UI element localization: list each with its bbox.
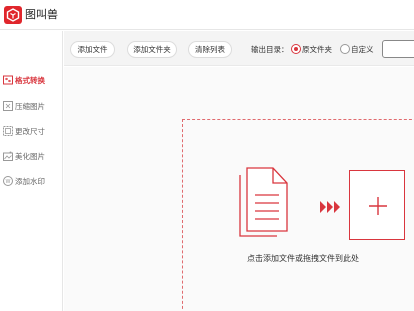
output-path-input[interactable] <box>382 40 414 58</box>
radio-original-folder[interactable] <box>291 44 301 54</box>
toolbar: 添加文件 添加文件夹 清除列表 输出目录： 原文件夹 自定义 <box>64 31 414 66</box>
compress-image-icon <box>3 101 13 111</box>
file-drop-zone[interactable]: 点击添加文件或拖拽文件到此处 <box>182 119 414 311</box>
sidebar-item-beautify[interactable]: 美化图片 <box>0 147 63 167</box>
sidebar-item-label: 添加水印 <box>15 177 45 186</box>
sidebar-item-compress[interactable]: 压缩图片 <box>0 97 63 117</box>
sidebar: 格式转换 压缩图片 更改尺寸 美化图片 W 添加水印 <box>0 31 63 311</box>
triple-arrow-icon <box>320 201 340 213</box>
format-convert-icon <box>3 75 13 85</box>
clear-list-button[interactable]: 清除列表 <box>188 41 232 58</box>
radio-original-folder-label: 原文件夹 <box>302 45 332 54</box>
plus-icon <box>369 197 387 215</box>
radio-custom[interactable] <box>340 44 350 54</box>
sidebar-item-resize[interactable]: 更改尺寸 <box>0 122 63 142</box>
sidebar-item-label: 美化图片 <box>15 152 45 161</box>
radio-custom-label: 自定义 <box>351 45 374 54</box>
drop-hint: 点击添加文件或拖拽文件到此处 <box>247 254 359 263</box>
svg-text:W: W <box>6 179 11 185</box>
main-panel: 点击添加文件或拖拽文件到此处 <box>64 67 414 311</box>
output-dir-label: 输出目录： <box>251 45 289 54</box>
document-icon <box>239 167 288 237</box>
beautify-icon <box>3 151 13 161</box>
watermark-icon: W <box>3 176 13 186</box>
sidebar-item-label: 更改尺寸 <box>15 127 45 136</box>
app-title: 图叫兽 <box>25 8 58 21</box>
sidebar-item-watermark[interactable]: W 添加水印 <box>0 172 63 192</box>
add-file-button[interactable]: 添加文件 <box>70 41 115 58</box>
add-file-box[interactable] <box>349 170 405 240</box>
sidebar-item-format-convert[interactable]: 格式转换 <box>0 71 63 91</box>
title-bar: 图叫兽 <box>0 0 414 30</box>
add-folder-button[interactable]: 添加文件夹 <box>127 41 177 58</box>
app-logo-icon <box>4 6 22 24</box>
sidebar-item-label: 压缩图片 <box>15 102 45 111</box>
sidebar-item-label: 格式转换 <box>15 76 45 85</box>
resize-icon <box>3 126 13 136</box>
